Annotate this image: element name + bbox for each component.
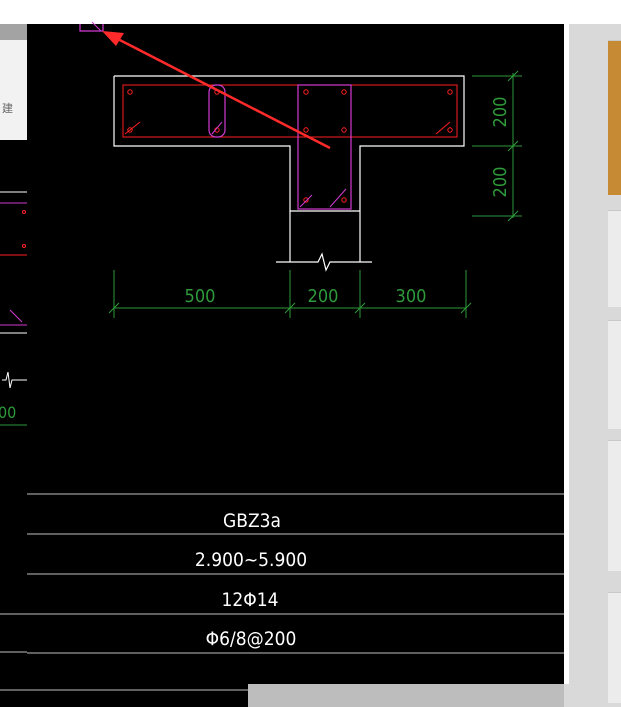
thumbnail-card[interactable] xyxy=(608,40,621,195)
thumbnail-card[interactable] xyxy=(608,210,621,307)
table-row: Φ6/8@200 xyxy=(206,628,297,650)
partial-dimension-label: 00 xyxy=(0,403,16,422)
dimension-label: 500 xyxy=(185,286,216,307)
thumbnail-card[interactable] xyxy=(608,592,621,703)
cad-canvas[interactable] xyxy=(27,24,564,684)
thumbnail-card[interactable] xyxy=(608,320,621,429)
dimension-label: 300 xyxy=(396,286,427,307)
table-row: GBZ3a xyxy=(223,510,281,532)
dimension-label: 200 xyxy=(490,167,511,198)
table-row: 2.900~5.900 xyxy=(195,549,307,571)
right-thumbnail-list xyxy=(608,40,621,707)
dimension-label: 200 xyxy=(490,97,511,128)
table-row: 12Φ14 xyxy=(222,589,279,611)
cad-viewport[interactable]: 00 500 200 300 200 200 GBZ3a 2.900~5.900… xyxy=(0,0,564,707)
thumbnail-card[interactable] xyxy=(608,440,621,571)
dimension-label: 200 xyxy=(308,286,339,307)
cad-left-underlay xyxy=(0,140,27,707)
right-divider xyxy=(564,24,569,684)
